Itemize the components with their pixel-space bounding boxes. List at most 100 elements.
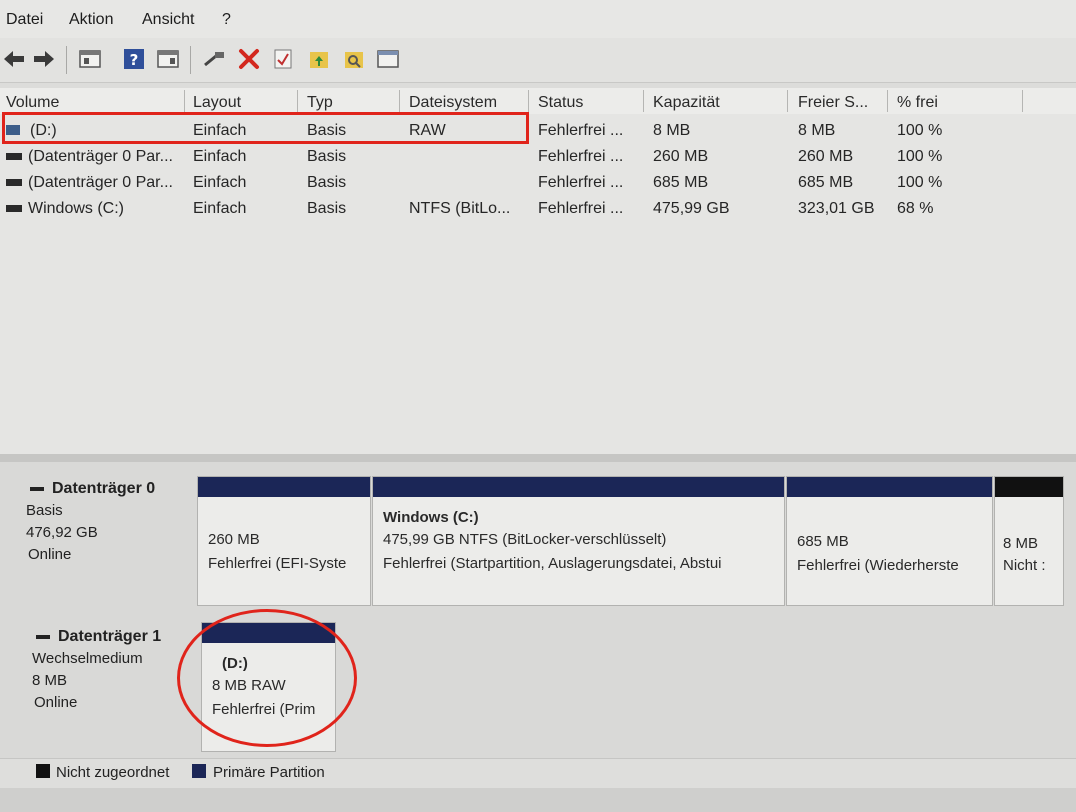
table-row[interactable]: (Datenträger 0 Par... Einfach Basis Fehl… <box>0 144 1076 170</box>
col-status[interactable]: Status <box>538 94 583 112</box>
volume-icon <box>6 153 22 160</box>
console-tree-icon[interactable] <box>78 47 102 71</box>
cell-status: Fehlerfrei ... <box>538 174 624 191</box>
menu-ansicht[interactable]: Ansicht <box>142 11 194 29</box>
cell-status: Fehlerfrei ... <box>538 200 624 217</box>
partition-recovery[interactable]: 685 MB Fehlerfrei (Wiederherste <box>786 476 993 606</box>
cell-prozent-frei: 100 % <box>897 174 943 191</box>
cell-kapazitaet: 260 MB <box>653 148 709 165</box>
primary-partition-bar <box>373 477 784 497</box>
partition-status: Nicht : <box>1003 557 1046 574</box>
cell-prozent-frei: 100 % <box>897 148 943 165</box>
delete-icon[interactable] <box>237 47 261 71</box>
cell-typ: Basis <box>307 200 347 217</box>
column-divider[interactable] <box>528 90 529 112</box>
partition-windows-c[interactable]: Windows (C:) 475,99 GB NTFS (BitLocker-v… <box>372 476 785 606</box>
volume-list: (D:) Einfach Basis RAW Fehlerfrei ... 8 … <box>0 114 1076 454</box>
table-row[interactable]: Windows (C:) Einfach Basis NTFS (BitLo..… <box>0 196 1076 222</box>
cell-freier-speicher: 685 MB <box>798 174 854 191</box>
menu-help[interactable]: ? <box>222 11 231 29</box>
highlight-rectangle <box>2 112 529 144</box>
partition-title: Windows (C:) <box>383 509 479 526</box>
cell-prozent-frei: 68 % <box>897 200 934 217</box>
cell-volume: Windows (C:) <box>28 200 125 217</box>
unallocated-bar <box>995 477 1063 497</box>
disk-kind: Basis <box>26 502 63 519</box>
menu-bar: Datei Aktion Ansicht ? <box>0 0 1076 38</box>
cell-kapazitaet: 475,99 GB <box>653 200 730 217</box>
disk-state: Online <box>34 694 78 711</box>
disk-size: 8 MB <box>32 672 68 689</box>
cell-layout: Einfach <box>193 174 247 191</box>
primary-partition-bar <box>787 477 992 497</box>
col-volume[interactable]: Volume <box>6 94 59 112</box>
cell-freier-speicher: 8 MB <box>798 122 836 139</box>
help-icon[interactable]: ? <box>122 47 146 71</box>
column-divider[interactable] <box>399 90 400 112</box>
cell-status: Fehlerfrei ... <box>538 122 624 139</box>
volume-list-header: Volume Layout Typ Dateisystem Status Kap… <box>0 88 1076 115</box>
disk-name: Datenträger 0 <box>52 480 156 497</box>
toolbar-separator <box>190 46 191 74</box>
search-folder-icon[interactable] <box>342 47 366 71</box>
partition-efi[interactable]: 260 MB Fehlerfrei (EFI-Syste <box>197 476 371 606</box>
menu-datei[interactable]: Datei <box>6 11 43 29</box>
back-icon[interactable] <box>2 47 26 71</box>
window-icon[interactable] <box>376 47 400 71</box>
legend-unallocated: Nicht zugeordnet <box>56 764 170 781</box>
table-row[interactable]: (Datenträger 0 Par... Einfach Basis Fehl… <box>0 170 1076 196</box>
cell-freier-speicher: 260 MB <box>798 148 854 165</box>
folder-up-icon[interactable] <box>307 47 331 71</box>
status-bar <box>0 788 1076 812</box>
primary-partition-bar <box>198 477 370 497</box>
column-divider[interactable] <box>787 90 788 112</box>
partition-status: Fehlerfrei (Wiederherste <box>797 557 959 574</box>
check-icon[interactable] <box>271 47 295 71</box>
pane-splitter[interactable] <box>0 454 1076 462</box>
primary-swatch <box>192 764 206 778</box>
cell-kapazitaet: 8 MB <box>653 122 691 139</box>
cell-layout: Einfach <box>193 200 247 217</box>
highlight-circle <box>177 609 357 747</box>
col-kapazitaet[interactable]: Kapazität <box>653 94 720 112</box>
legend-primary: Primäre Partition <box>213 764 325 781</box>
disk-1-info[interactable]: Datenträger 1 Wechselmedium 8 MB Online <box>32 626 162 714</box>
partition-size: 260 MB <box>208 531 260 548</box>
forward-icon[interactable] <box>32 47 56 71</box>
disk-icon <box>36 635 50 640</box>
column-divider[interactable] <box>1022 90 1023 112</box>
properties-icon[interactable] <box>156 47 180 71</box>
legend: Nicht zugeordnet Primäre Partition <box>0 758 1076 789</box>
column-divider[interactable] <box>887 90 888 112</box>
col-dateisystem[interactable]: Dateisystem <box>409 94 497 112</box>
partition-status: Fehlerfrei (EFI-Syste <box>208 555 347 572</box>
partition-status: Fehlerfrei (Startpartition, Auslagerungs… <box>383 555 722 572</box>
partition-size: 475,99 GB NTFS (BitLocker-verschlüsselt) <box>383 531 667 548</box>
col-freier-speicher[interactable]: Freier S... <box>798 94 868 112</box>
col-prozent-frei[interactable]: % frei <box>897 94 938 112</box>
col-typ[interactable]: Typ <box>307 94 333 112</box>
cell-dateisystem: NTFS (BitLo... <box>409 200 511 217</box>
disk-name: Datenträger 1 <box>58 628 162 645</box>
cell-status: Fehlerfrei ... <box>538 148 624 165</box>
volume-icon <box>6 205 22 212</box>
partition-size: 685 MB <box>797 533 849 550</box>
cell-typ: Basis <box>307 174 347 191</box>
column-divider[interactable] <box>643 90 644 112</box>
column-divider[interactable] <box>184 90 185 112</box>
disk-state: Online <box>28 546 72 563</box>
disk-size: 476,92 GB <box>26 524 98 541</box>
connect-icon[interactable] <box>202 47 226 71</box>
volume-icon <box>6 179 22 186</box>
disk-0-info[interactable]: Datenträger 0 Basis 476,92 GB Online <box>26 478 156 566</box>
disk-icon <box>30 487 44 492</box>
column-divider[interactable] <box>297 90 298 112</box>
cell-kapazitaet: 685 MB <box>653 174 709 191</box>
col-layout[interactable]: Layout <box>193 94 241 112</box>
menu-aktion[interactable]: Aktion <box>69 11 113 29</box>
cell-typ: Basis <box>307 148 347 165</box>
cell-freier-speicher: 323,01 GB <box>798 200 875 217</box>
cell-volume: (Datenträger 0 Par... <box>28 174 173 191</box>
toolbar-separator <box>66 46 67 74</box>
partition-unallocated[interactable]: 8 MB Nicht : <box>994 476 1064 606</box>
